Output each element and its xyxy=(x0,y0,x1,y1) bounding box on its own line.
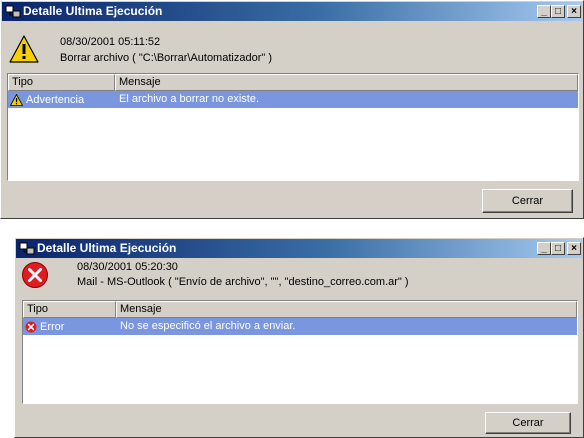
execution-detail-window-error: Detalle Ultima Ejecución _ □ × 08/30/200… xyxy=(14,237,584,438)
messages-list[interactable]: Tipo Mensaje Error No se especificó el a… xyxy=(22,300,578,404)
list-item[interactable]: Error No se especificó el archivo a envi… xyxy=(23,318,577,335)
error-icon xyxy=(22,262,48,288)
warning-icon xyxy=(9,35,39,63)
execution-action: Mail - MS-Outlook ( "Envío de archivo", … xyxy=(77,276,409,288)
minimize-button[interactable]: _ xyxy=(537,242,551,255)
close-button[interactable]: Cerrar xyxy=(485,412,571,434)
app-icon xyxy=(19,242,35,255)
minimize-button[interactable]: _ xyxy=(537,5,551,18)
row-message: El archivo a borrar no existe. xyxy=(119,93,260,105)
list-header: Tipo Mensaje xyxy=(23,301,577,318)
app-icon xyxy=(5,5,21,18)
row-type: Advertencia xyxy=(26,93,85,106)
error-icon xyxy=(25,321,37,332)
execution-timestamp: 08/30/2001 05:11:52 xyxy=(60,36,161,48)
close-window-button[interactable]: × xyxy=(567,5,581,18)
list-header: Tipo Mensaje xyxy=(8,74,578,91)
execution-detail-window-warning: Detalle Ultima Ejecución _ □ × 08/30/200… xyxy=(0,0,584,219)
column-header-tipo[interactable]: Tipo xyxy=(8,74,115,91)
messages-list[interactable]: Tipo Mensaje Advertencia El archivo a bo… xyxy=(7,73,579,181)
row-type: Error xyxy=(40,320,65,333)
title-bar[interactable]: Detalle Ultima Ejecución _ □ × xyxy=(16,239,582,258)
column-header-mensaje[interactable]: Mensaje xyxy=(115,74,578,91)
close-button[interactable]: Cerrar xyxy=(482,189,573,213)
execution-timestamp: 08/30/2001 05:20:30 xyxy=(77,261,178,273)
list-item[interactable]: Advertencia El archivo a borrar no exist… xyxy=(8,91,578,108)
close-window-button[interactable]: × xyxy=(567,242,581,255)
column-header-tipo[interactable]: Tipo xyxy=(23,301,116,318)
execution-action: Borrar archivo ( "C:\Borrar\Automatizado… xyxy=(60,52,272,64)
column-header-mensaje[interactable]: Mensaje xyxy=(116,301,577,318)
warning-icon xyxy=(10,93,23,106)
title-bar[interactable]: Detalle Ultima Ejecución _ □ × xyxy=(2,2,582,21)
row-message: No se especificó el archivo a enviar. xyxy=(120,320,296,332)
window-title: Detalle Ultima Ejecución xyxy=(37,241,177,255)
maximize-button[interactable]: □ xyxy=(551,5,565,18)
maximize-button[interactable]: □ xyxy=(551,242,565,255)
window-title: Detalle Ultima Ejecución xyxy=(23,4,163,18)
